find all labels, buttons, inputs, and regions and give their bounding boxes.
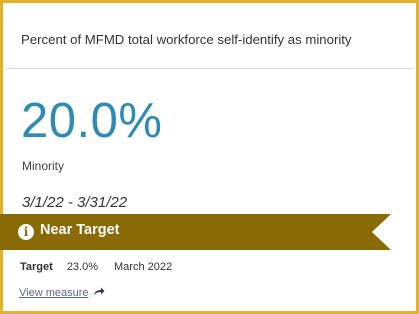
share-arrow-icon	[93, 287, 105, 299]
target-value: 23.0%	[66, 261, 99, 273]
card-header: Percent of MFMD total workforce self-ide…	[6, 6, 413, 69]
target-label: Target	[20, 261, 53, 273]
date-range: 3/1/22 - 3/31/22	[22, 194, 128, 211]
card-title: Percent of MFMD total workforce self-ide…	[21, 32, 352, 47]
view-measure-link[interactable]: View measure	[19, 287, 105, 299]
status-banner: i Near Target	[0, 214, 391, 250]
metric-label: Minority	[22, 159, 65, 173]
target-row: Target 23.0% March 2022	[20, 261, 172, 273]
info-icon: i	[18, 224, 34, 240]
status-text: Near Target	[40, 222, 120, 238]
metric-value: 20.0%	[21, 94, 163, 148]
view-measure-label: View measure	[19, 287, 89, 299]
target-period: March 2022	[114, 261, 173, 273]
